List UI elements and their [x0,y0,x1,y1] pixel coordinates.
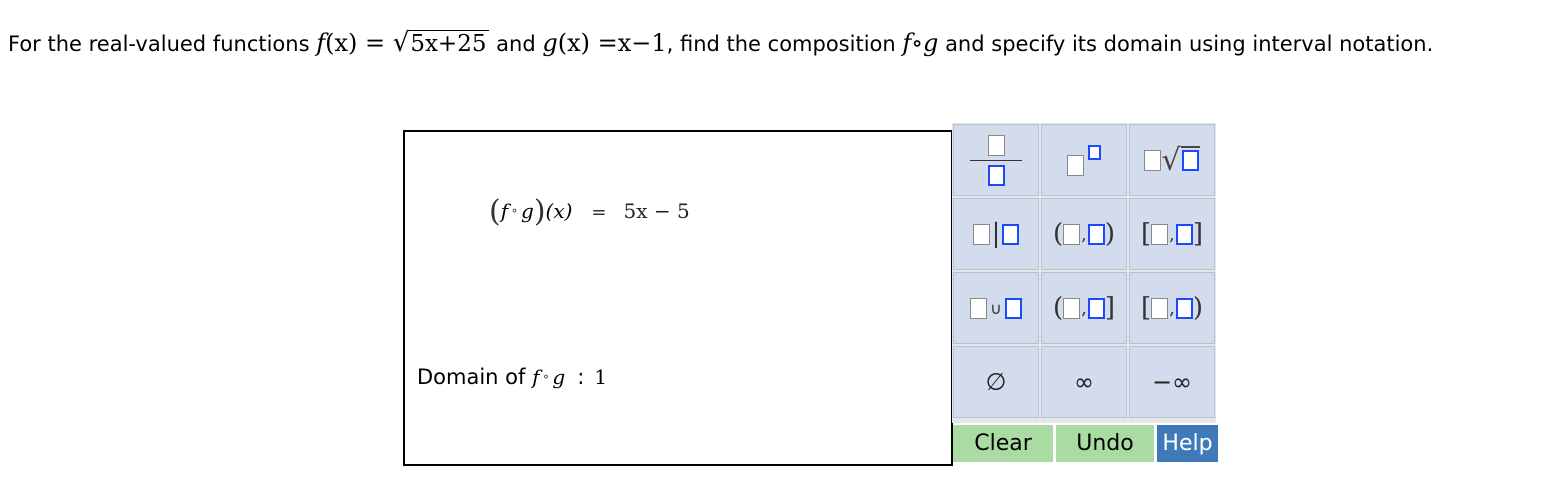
sqrt-expression: √5x+25 [393,26,490,61]
union-button[interactable]: ∪ [953,272,1039,344]
clear-button[interactable]: Clear [953,425,1053,462]
union-icon: ∪ [970,297,1022,319]
right-open-interval-button[interactable]: [,) [1129,272,1215,344]
open-interval-button[interactable]: (,) [1041,198,1127,270]
empty-set-button[interactable]: ∅ [953,346,1039,418]
composition-answer-row[interactable]: (f ∘ g)(x) = 5x − 5 [489,194,690,229]
right-paren: ) [533,194,546,229]
math-palette: √ | (,) [,] ∪ (,] [,) ∅ ∞ −∞ [952,123,1216,423]
g-definition: g(x) =x−1 [542,29,667,57]
nth-root-icon: √ [1144,143,1200,178]
exponent-icon [1067,144,1101,176]
domain-colon: : [577,365,585,389]
closed-interval-icon: [,] [1140,219,1204,249]
question-part-4: and specify its domain using interval no… [938,32,1434,56]
question-part-2: and [489,32,543,56]
absolute-value-icon: | [972,221,1020,247]
infinity-icon: ∞ [1074,368,1094,396]
question-part-1: For the real-valued functions [8,32,317,56]
compose-operator: ∘ [511,203,518,219]
comp-f: f [500,199,509,223]
left-open-interval-button[interactable]: (,] [1041,272,1127,344]
left-open-interval-icon: (,] [1052,293,1116,323]
domain-answer-row[interactable]: Domain of f ∘ g:1 [417,365,607,389]
open-interval-icon: (,) [1052,219,1116,249]
composition-answer-field[interactable]: 5x − 5 [624,199,690,223]
undo-button[interactable]: Undo [1056,425,1154,462]
comp-g: g [521,199,534,223]
question-part-3: , find the composition [666,32,903,56]
exponent-button[interactable] [1041,124,1127,196]
left-paren: ( [489,194,501,229]
composition-symbol: f∘g [902,29,939,57]
domain-answer-field[interactable]: 1 [594,365,607,389]
equals-sign: = [591,202,607,223]
infinity-button[interactable]: ∞ [1041,346,1127,418]
absolute-value-button[interactable]: | [953,198,1039,270]
nth-root-button[interactable]: √ [1129,124,1215,196]
fraction-button[interactable] [953,124,1039,196]
negative-infinity-button[interactable]: −∞ [1129,346,1215,418]
negative-infinity-icon: −∞ [1151,368,1193,396]
closed-interval-button[interactable]: [,] [1129,198,1215,270]
empty-set-icon: ∅ [985,368,1007,396]
answer-input-area[interactable]: (f ∘ g)(x) = 5x − 5 Domain of f ∘ g:1 [403,130,953,466]
question-text: For the real-valued functions f(x) = √5x… [8,26,1553,61]
domain-composition: f ∘ g [532,365,566,389]
comp-x: (x) [545,199,573,223]
right-open-interval-icon: [,) [1140,293,1204,323]
help-button[interactable]: Help [1157,425,1218,462]
fraction-icon [970,134,1022,186]
domain-label: Domain of [417,365,533,389]
f-definition: f(x) = √5x+25 [316,28,490,58]
